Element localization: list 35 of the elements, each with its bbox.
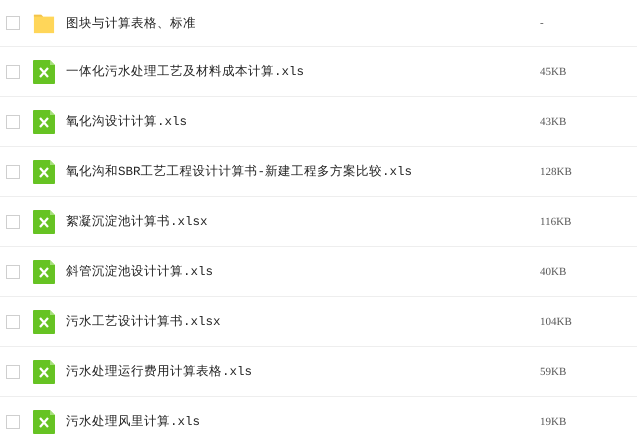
file-size: 45KB (540, 66, 566, 78)
file-size: 116KB (540, 216, 572, 228)
spreadsheet-icon (33, 60, 55, 84)
file-name[interactable]: 氧化沟和SBR工艺工程设计计算书-新建工程多方案比较.xls (66, 163, 536, 180)
checkbox[interactable] (6, 264, 20, 278)
file-name[interactable]: 污水处理运行费用计算表格.xls (66, 363, 536, 380)
checkbox[interactable] (6, 414, 20, 428)
checkbox[interactable] (6, 16, 20, 30)
spreadsheet-icon (33, 410, 55, 434)
file-name[interactable]: 氧化沟设计计算.xls (66, 113, 536, 130)
file-name[interactable]: 图块与计算表格、标准 (66, 14, 536, 32)
file-name[interactable]: 絮凝沉淀池计算书.xlsx (66, 213, 536, 230)
file-size: 40KB (540, 266, 566, 278)
file-size: 19KB (540, 416, 566, 428)
spreadsheet-icon (33, 160, 55, 184)
spreadsheet-icon (33, 110, 55, 134)
checkbox[interactable] (6, 114, 20, 128)
checkbox[interactable] (6, 164, 20, 178)
file-size: - (540, 17, 544, 29)
spreadsheet-icon (33, 260, 55, 284)
checkbox[interactable] (6, 364, 20, 378)
spreadsheet-icon (33, 360, 55, 384)
file-size: 128KB (540, 166, 572, 178)
checkbox[interactable] (6, 214, 20, 228)
checkbox[interactable] (6, 64, 20, 78)
spreadsheet-icon (33, 310, 55, 334)
file-size: 104KB (540, 316, 572, 328)
spreadsheet-icon (33, 210, 55, 234)
file-name[interactable]: 一体化污水处理工艺及材料成本计算.xls (66, 63, 536, 80)
file-size: 59KB (540, 366, 566, 378)
file-name[interactable]: 污水处理风里计算.xls (66, 413, 536, 430)
file-name[interactable]: 污水工艺设计计算书.xlsx (66, 313, 536, 330)
file-name[interactable]: 斜管沉淀池设计计算.xls (66, 263, 536, 280)
checkbox[interactable] (6, 314, 20, 328)
file-size: 43KB (540, 116, 566, 128)
